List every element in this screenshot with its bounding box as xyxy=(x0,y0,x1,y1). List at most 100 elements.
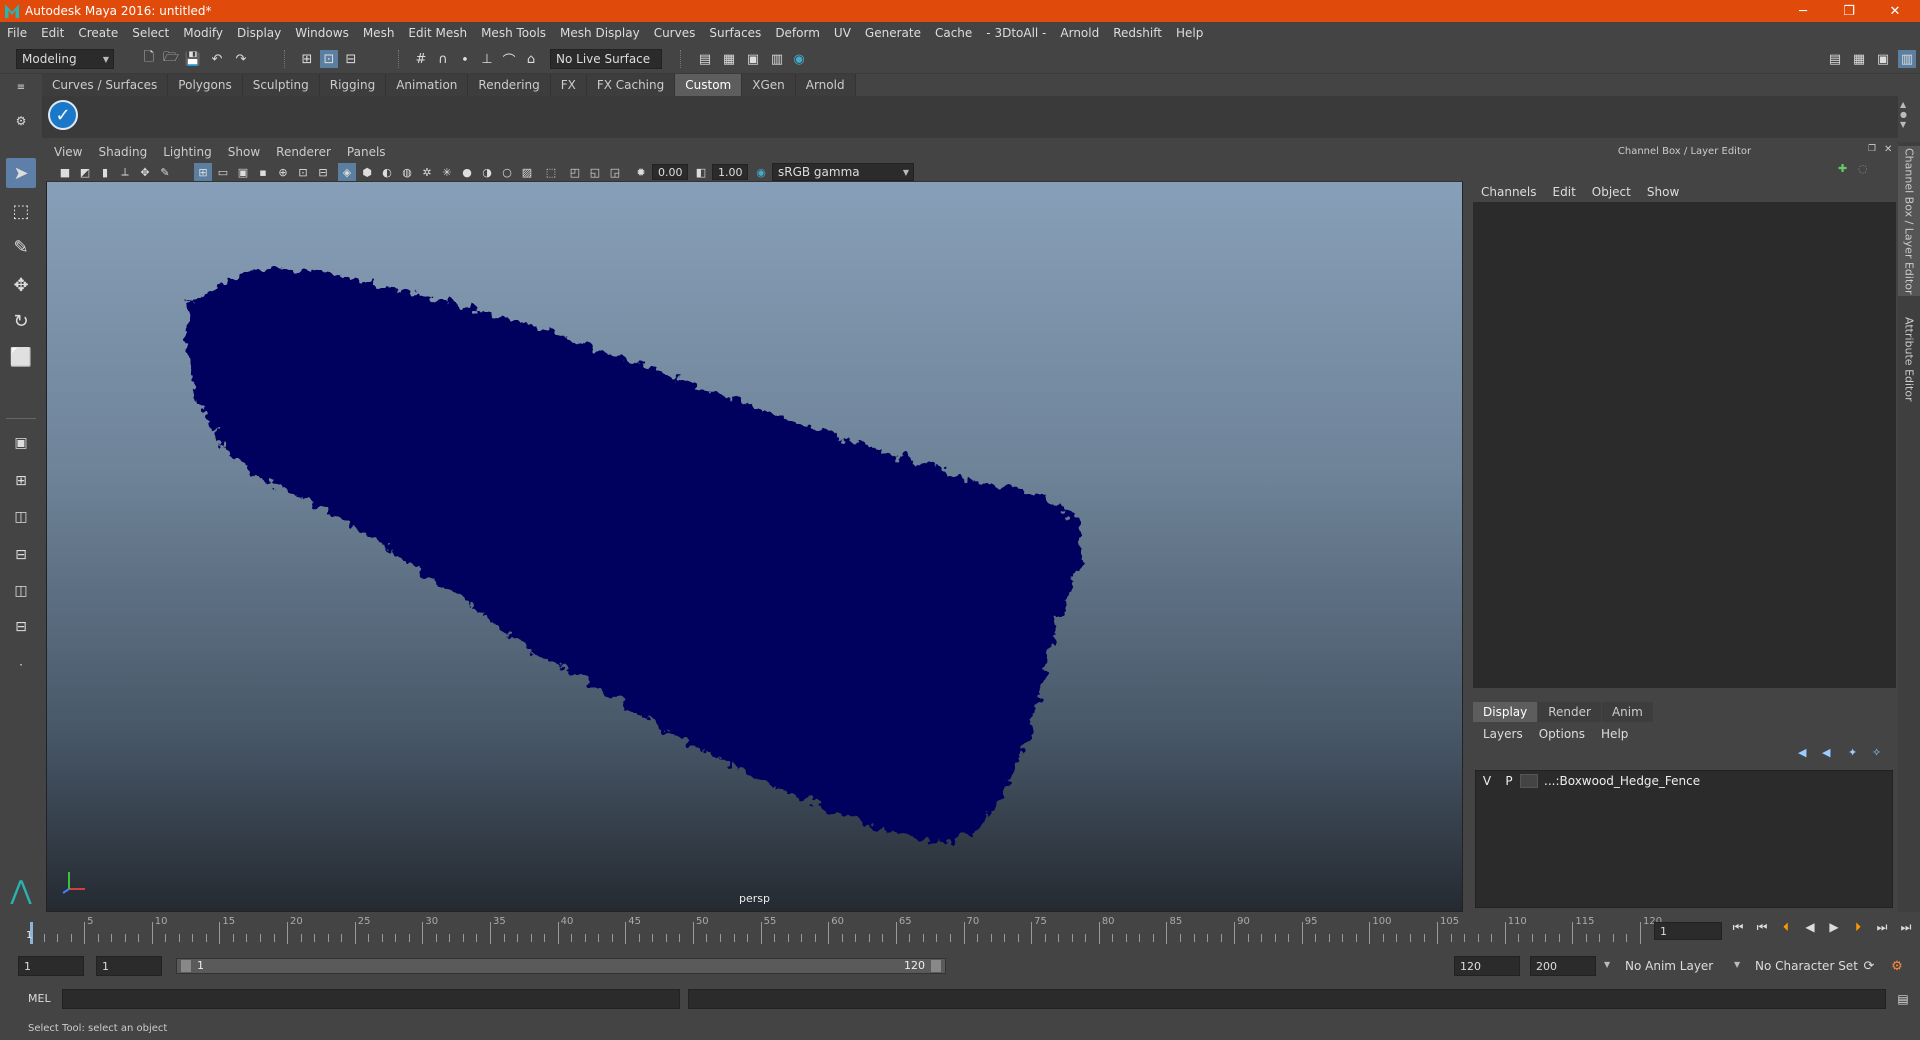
layer-menu-help[interactable]: Help xyxy=(1593,727,1636,741)
step-back-key-icon[interactable]: ⏮ xyxy=(1752,920,1772,935)
script-editor-icon[interactable]: ▤ xyxy=(1894,990,1912,1008)
range-end-handle[interactable] xyxy=(931,960,941,972)
image-plane-icon[interactable]: ⟂ xyxy=(116,163,134,181)
shelf-tab-sculpting[interactable]: Sculpting xyxy=(242,74,320,96)
gate-mask-icon[interactable]: ▪ xyxy=(254,163,272,181)
move-tool-icon[interactable]: ✥ xyxy=(6,270,36,300)
shelf-scroll-icon[interactable]: ▲ ● ▼ xyxy=(1900,100,1907,130)
modeling-toolkit-icon[interactable]: ▤ xyxy=(1826,50,1844,68)
menuset-dropdown[interactable]: Modeling ▼ xyxy=(16,49,114,69)
time-slider-track[interactable]: 5 10 15 20 25 30 35 40 45 50 55 60 65 70 75 80 85 90 95 100… xyxy=(26,916,1662,944)
motion-blur-icon[interactable]: ○ xyxy=(498,163,516,181)
single-pane-layout-icon[interactable]: ▣ xyxy=(6,428,36,458)
wireframe-icon[interactable]: ◈ xyxy=(338,163,356,181)
new-layer-selected-icon[interactable]: ✧ xyxy=(1872,746,1881,759)
isolate-select-icon[interactable]: ⬚ xyxy=(542,163,560,181)
shelf-menu-icon[interactable]: ≡ xyxy=(12,78,30,96)
shelf-tab-animation[interactable]: Animation xyxy=(386,74,469,96)
menu-3dtoall[interactable]: - 3DtoAll - xyxy=(979,26,1053,40)
boxwood-hedge-mesh[interactable] xyxy=(187,268,1083,842)
layer-menu-options[interactable]: Options xyxy=(1531,727,1593,741)
shelf-tab-polygons[interactable]: Polygons xyxy=(168,74,243,96)
snap-curve-icon[interactable]: ∩ xyxy=(434,50,452,68)
snap-grid-icon[interactable]: # xyxy=(412,50,430,68)
graph-layout-icon[interactable]: ⊟ xyxy=(6,540,36,570)
snap-point-icon[interactable]: ∙ xyxy=(456,50,474,68)
color-management-icon[interactable]: ◉ xyxy=(752,163,770,181)
menu-help[interactable]: Help xyxy=(1169,26,1210,40)
menu-arnold[interactable]: Arnold xyxy=(1053,26,1106,40)
step-forward-frame-icon[interactable]: ⏵ xyxy=(1848,920,1868,935)
layer-name[interactable]: ...:Boxwood_Hedge_Fence xyxy=(1544,774,1700,788)
color-space-dropdown[interactable]: sRGB gamma ▼ xyxy=(772,163,914,181)
four-pane-layout-icon[interactable]: ⊞ xyxy=(6,466,36,496)
shelf-tab-rigging[interactable]: Rigging xyxy=(319,74,387,96)
layer-color-swatch[interactable] xyxy=(1520,774,1538,788)
shelf-settings-icon[interactable]: ⚙ xyxy=(12,112,30,130)
menu-cache[interactable]: Cache xyxy=(928,26,979,40)
exposure-icon[interactable]: ✹ xyxy=(632,163,650,181)
layer-playback-toggle[interactable]: P xyxy=(1498,774,1520,788)
exposure-field[interactable]: 0.00 xyxy=(652,164,688,180)
gamma-icon[interactable]: ◧ xyxy=(692,163,710,181)
menu-select[interactable]: Select xyxy=(125,26,176,40)
shelf-tab-curves-surfaces[interactable]: Curves / Surfaces xyxy=(42,74,169,96)
shelf-tab-xgen[interactable]: XGen xyxy=(742,74,796,96)
maya-home-icon[interactable]: ⋀ xyxy=(5,876,37,906)
render-frame-icon[interactable]: ▦ xyxy=(720,50,738,68)
ipr-render-icon[interactable]: ▣ xyxy=(744,50,762,68)
side-tab-attribute-editor[interactable]: Attribute Editor xyxy=(1898,304,1920,414)
ambient-occlusion-icon[interactable]: ● xyxy=(458,163,476,181)
grid-icon[interactable]: ⊞ xyxy=(194,163,212,181)
go-to-start-icon[interactable]: ⏮ xyxy=(1728,920,1748,935)
menu-mesh-tools[interactable]: Mesh Tools xyxy=(474,26,553,40)
default-material-icon[interactable]: ◐ xyxy=(378,163,396,181)
use-all-lights-icon[interactable]: ✲ xyxy=(418,163,436,181)
field-chart-icon[interactable]: ⊕ xyxy=(274,163,292,181)
shelf-tab-custom[interactable]: Custom xyxy=(675,74,743,96)
menu-edit[interactable]: Edit xyxy=(34,26,71,40)
menu-mesh-display[interactable]: Mesh Display xyxy=(553,26,647,40)
anim-layer-dropdown[interactable]: No Anim Layer xyxy=(1620,956,1730,976)
menu-file[interactable]: File xyxy=(0,26,34,40)
snap-view-icon[interactable]: ⊥ xyxy=(478,50,496,68)
snap-live-icon[interactable]: ⌒ xyxy=(500,50,518,69)
channel-box-menu-show[interactable]: Show xyxy=(1639,185,1687,199)
screen-space-icon[interactable]: ◑ xyxy=(478,163,496,181)
more-layouts-icon[interactable]: · xyxy=(6,650,36,680)
render-settings-icon[interactable]: ▤ xyxy=(696,50,714,68)
anti-alias-icon[interactable]: ▨ xyxy=(518,163,536,181)
shadows-icon[interactable]: ✳ xyxy=(438,163,456,181)
range-start-handle[interactable] xyxy=(181,960,191,972)
save-scene-icon[interactable]: 💾 xyxy=(184,50,202,68)
tool-settings-icon[interactable]: ▣ xyxy=(1874,50,1892,68)
xray-components-icon[interactable]: ◲ xyxy=(606,163,624,181)
perspective-viewport[interactable]: persp xyxy=(47,182,1462,911)
menu-generate[interactable]: Generate xyxy=(858,26,928,40)
viewport-menu-panels[interactable]: Panels xyxy=(339,145,394,159)
camera-attributes-icon[interactable]: ◩ xyxy=(76,163,94,181)
safe-action-icon[interactable]: ⊡ xyxy=(294,163,312,181)
channel-box-menu-object[interactable]: Object xyxy=(1584,185,1639,199)
move-icon[interactable]: ✚ xyxy=(1838,162,1852,176)
layer-visibility-toggle[interactable]: V xyxy=(1476,774,1498,788)
live-surface-field[interactable]: No Live Surface xyxy=(550,49,662,69)
select-camera-icon[interactable]: ■ xyxy=(56,163,74,181)
shelf-tab-fx-caching[interactable]: FX Caching xyxy=(586,74,676,96)
undo-icon[interactable]: ↶ xyxy=(208,50,226,68)
layer-tab-anim[interactable]: Anim xyxy=(1601,702,1653,722)
menu-redshift[interactable]: Redshift xyxy=(1106,26,1169,40)
hypershade-layout-icon[interactable]: ◫ xyxy=(6,576,36,606)
layer-tab-display[interactable]: Display xyxy=(1473,702,1538,722)
auto-key-icon[interactable]: ⟳ xyxy=(1860,957,1878,975)
close-panel-icon[interactable]: ✕ xyxy=(1884,144,1896,156)
shelf-tab-arnold[interactable]: Arnold xyxy=(795,74,856,96)
chevron-down-icon[interactable]: ▼ xyxy=(1604,960,1610,969)
layer-tab-render[interactable]: Render xyxy=(1538,702,1601,722)
step-forward-key-icon[interactable]: ⏭ xyxy=(1872,920,1892,935)
playback-end-field[interactable]: 120 xyxy=(1454,956,1520,976)
viewport-menu-show[interactable]: Show xyxy=(220,145,268,159)
layer-row[interactable]: V P ...:Boxwood_Hedge_Fence xyxy=(1476,771,1892,791)
channel-box-body[interactable] xyxy=(1473,202,1896,688)
open-scene-icon[interactable]: 🗁 xyxy=(162,50,180,68)
